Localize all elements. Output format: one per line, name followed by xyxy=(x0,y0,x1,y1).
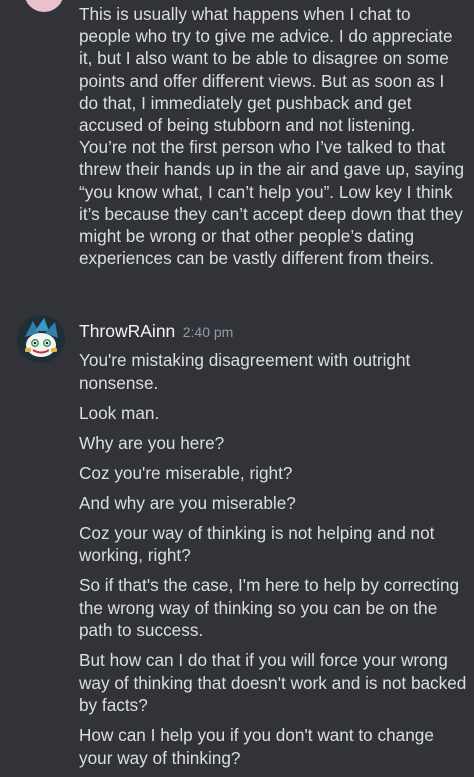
previous-author-avatar[interactable] xyxy=(24,0,64,12)
previous-message-text: This is usually what happens when I chat… xyxy=(79,4,465,269)
message-line: Look man. xyxy=(79,402,160,423)
message-line: Coz you're miserable, right? xyxy=(79,462,293,483)
message-header: ThrowRAinn 2:40 pm xyxy=(79,321,233,342)
message-line: So if that's the case, I'm here to help … xyxy=(79,575,460,640)
message-lines: You're mistaking disagreement with outri… xyxy=(79,349,469,777)
message-line: And why are you miserable? xyxy=(79,492,296,513)
message-line: But how can I do that if you will force … xyxy=(79,650,467,715)
message-line: Why are you here? xyxy=(79,432,225,453)
avatar[interactable] xyxy=(17,315,65,363)
username[interactable]: ThrowRAinn xyxy=(79,321,175,341)
avatar-character-icon xyxy=(17,315,65,363)
message-line: How can I help you if you don't want to … xyxy=(79,725,434,768)
chat-feed: This is usually what happens when I chat… xyxy=(0,0,474,768)
message-line: Coz your way of thinking is not helping … xyxy=(79,522,435,566)
message-line: You're mistaking disagreement with outri… xyxy=(79,350,411,393)
timestamp[interactable]: 2:40 pm xyxy=(183,324,234,340)
